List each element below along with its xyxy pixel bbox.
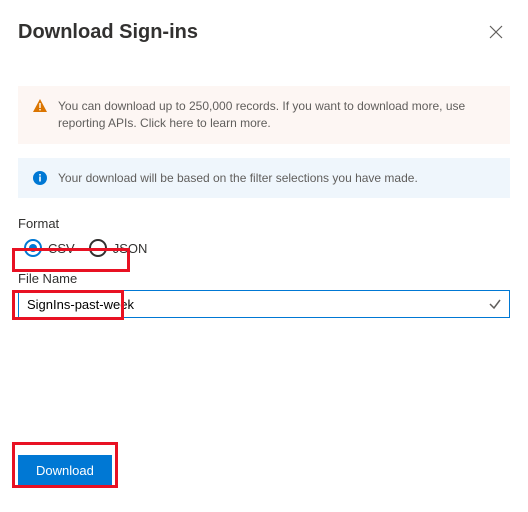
dialog-title: Download Sign-ins (18, 21, 198, 44)
format-label: Format (18, 216, 510, 231)
info-text: Your download will be based on the filte… (58, 170, 418, 187)
info-banner: Your download will be based on the filte… (18, 158, 510, 199)
close-button[interactable] (482, 18, 510, 46)
format-options: CSV JSON (18, 235, 510, 261)
radio-selected-icon (24, 239, 42, 257)
info-icon (32, 170, 48, 186)
format-section: Format CSV JSON (18, 216, 510, 261)
format-option-csv[interactable]: CSV (24, 239, 75, 257)
warning-banner[interactable]: You can download up to 250,000 records. … (18, 86, 510, 144)
warning-icon (32, 98, 48, 114)
check-icon (488, 297, 502, 311)
filename-section: File Name (18, 271, 510, 318)
download-button[interactable]: Download (18, 455, 112, 486)
format-option-json[interactable]: JSON (89, 239, 148, 257)
format-csv-label: CSV (48, 241, 75, 256)
warning-text: You can download up to 250,000 records. … (58, 98, 496, 132)
format-json-label: JSON (113, 241, 148, 256)
dialog-footer: Download (0, 441, 528, 512)
filename-input[interactable] (18, 290, 510, 318)
radio-unselected-icon (89, 239, 107, 257)
filename-label: File Name (18, 271, 510, 286)
close-icon (489, 25, 503, 39)
dialog-header: Download Sign-ins (18, 18, 510, 46)
